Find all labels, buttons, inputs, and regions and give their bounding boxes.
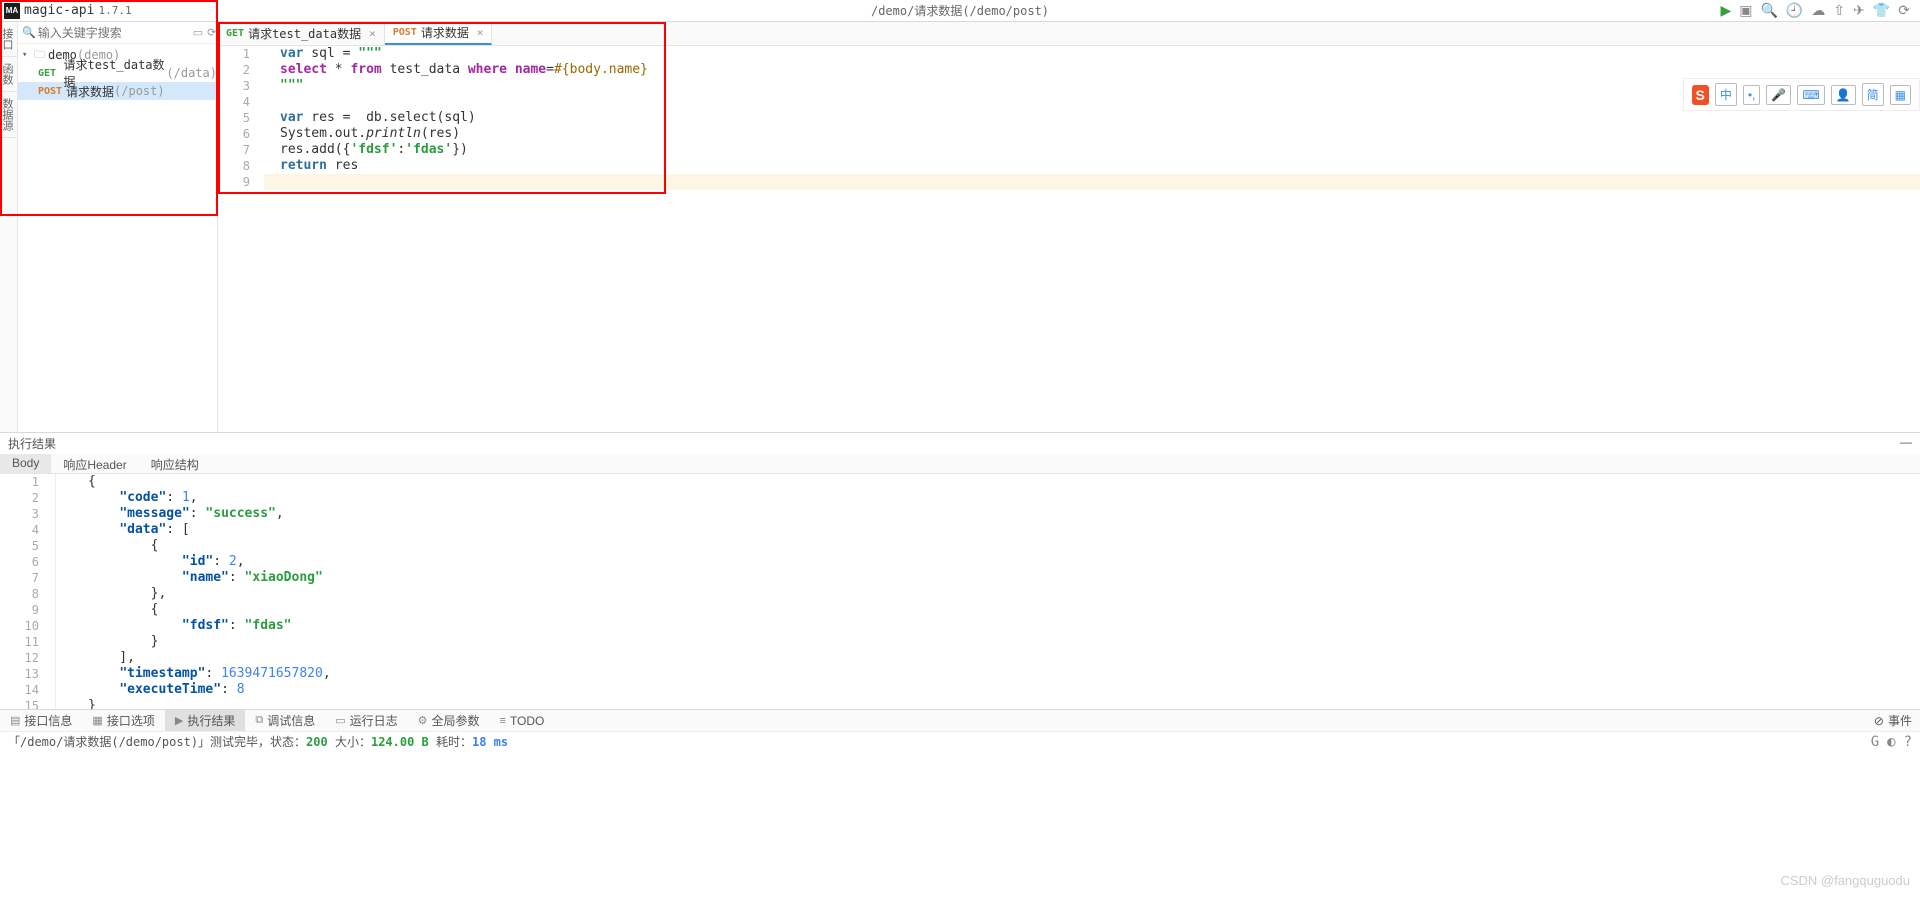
folder-icon: 🗀 <box>34 46 45 65</box>
search-input[interactable] <box>38 26 193 40</box>
bug-icon[interactable]: 👕 <box>1873 2 1890 19</box>
ime-punct[interactable]: •, <box>1743 85 1761 105</box>
result-tab-body[interactable]: Body <box>0 454 51 473</box>
globe-icon: ⚙ <box>418 714 428 727</box>
result-tabs: Body 响应Header 响应结构 <box>0 454 1920 474</box>
btab-result[interactable]: ▶执行结果 <box>165 710 245 731</box>
gitee-icon[interactable]: G <box>1871 734 1879 750</box>
close-icon[interactable]: × <box>477 26 484 39</box>
result-title: 执行结果 <box>8 435 56 452</box>
api-tree: ▾ 🗀 demo (demo) GET 请求test_data数据 (/data… <box>18 44 217 102</box>
debug-icon[interactable]: ▣ <box>1739 2 1752 19</box>
btab-debug[interactable]: ⧉调试信息 <box>245 710 325 731</box>
close-icon[interactable]: × <box>369 27 376 40</box>
result-panel: 执行结果 — Body 响应Header 响应结构 12345678910111… <box>0 432 1920 709</box>
status-links: G ◐ ? <box>1871 734 1912 750</box>
breadcrumb: /demo/请求数据(/demo/post) <box>871 2 1049 19</box>
btab-api-info[interactable]: ▤接口信息 <box>0 710 82 731</box>
btab-todo[interactable]: ≡TODO <box>490 710 555 731</box>
result-tab-struct[interactable]: 响应结构 <box>139 454 211 473</box>
ime-simp[interactable]: 简 <box>1862 83 1884 106</box>
ime-user-icon[interactable]: 👤 <box>1831 85 1856 105</box>
sidebar: 🔍 ▭ ⟳ ⇅ ▾ 🗀 demo (demo) GET 请求test_data数… <box>18 22 218 432</box>
app-version: 1.7.1 <box>98 4 131 17</box>
debug-icon: ⧉ <box>255 714 263 727</box>
app-logo: MA <box>4 3 20 19</box>
refresh-icon[interactable]: ⟳ <box>1898 2 1910 19</box>
tab-post[interactable]: POST 请求数据 × <box>385 22 493 45</box>
side-tab-datasource[interactable]: 数据源 <box>0 92 17 138</box>
help-icon[interactable]: ? <box>1904 734 1912 750</box>
collapse-icon[interactable]: ▭ <box>193 26 203 39</box>
status-text: 「/demo/请求数据(/demo/post)」测试完毕，状态：200 大小：1… <box>8 733 508 750</box>
search-icon[interactable]: 🔍 <box>1760 2 1777 19</box>
result-title-bar: 执行结果 — <box>0 433 1920 454</box>
info-icon: ▤ <box>10 714 20 727</box>
refresh-tree-icon[interactable]: ⟳ <box>207 26 216 39</box>
title-bar: MA magic-api 1.7.1 /demo/请求数据(/demo/post… <box>0 0 1920 22</box>
github-icon[interactable]: ◐ <box>1887 734 1895 750</box>
ime-toolbar[interactable]: S 中 •, 🎤 ⌨ 👤 简 ▦ <box>1683 78 1920 111</box>
list-icon: ≡ <box>500 715 506 727</box>
editor-tabs: GET 请求test_data数据 × POST 请求数据 × <box>218 22 1920 46</box>
cloud-down-icon[interactable]: ☁ <box>1811 2 1825 19</box>
tree-item-post[interactable]: POST 请求数据 (/post) <box>18 82 217 100</box>
toolbar-actions: ▶ ▣ 🔍 🕘 ☁ ⇧ ✈ 👕 ⟳ <box>1720 2 1920 19</box>
json-viewer[interactable]: 123456789101112131415 { "code": 1, "mess… <box>0 474 1920 709</box>
log-icon: ▭ <box>335 714 345 727</box>
ime-logo[interactable]: S <box>1692 85 1709 105</box>
send-icon[interactable]: ✈ <box>1853 2 1865 19</box>
app-name: magic-api <box>24 3 94 18</box>
btab-global[interactable]: ⚙全局参数 <box>408 710 490 731</box>
watermark: CSDN @fangquguodu <box>1780 873 1910 888</box>
json-lines: { "code": 1, "message": "success", "data… <box>56 474 1920 709</box>
line-gutter: 123456789 <box>218 46 264 432</box>
play-icon: ▶ <box>175 714 183 727</box>
ime-lang[interactable]: 中 <box>1715 83 1737 106</box>
ime-mic-icon[interactable]: 🎤 <box>1766 85 1791 105</box>
minimize-icon[interactable]: — <box>1900 435 1912 452</box>
options-icon: ▦ <box>92 714 102 727</box>
tab-get[interactable]: GET 请求test_data数据 × <box>218 22 385 45</box>
side-tab-func[interactable]: 函数 <box>0 57 17 92</box>
btab-log[interactable]: ▭运行日志 <box>325 710 407 731</box>
run-icon[interactable]: ▶ <box>1720 2 1731 19</box>
btab-api-options[interactable]: ▦接口选项 <box>82 710 164 731</box>
ime-grid-icon[interactable]: ▦ <box>1890 85 1911 105</box>
json-gutter: 123456789101112131415 <box>0 474 56 709</box>
result-tab-header[interactable]: 响应Header <box>51 454 138 473</box>
side-tabs: 接口 函数 数据源 <box>0 22 18 432</box>
status-bar: 「/demo/请求数据(/demo/post)」测试完毕，状态：200 大小：1… <box>0 731 1920 751</box>
events-button[interactable]: ⊘事件 <box>1874 712 1920 729</box>
code-lines[interactable]: var sql = """ select * from test_data wh… <box>264 46 1920 432</box>
tree-item-get[interactable]: GET 请求test_data数据 (/data) <box>18 64 217 82</box>
main-layout: 接口 函数 数据源 🔍 ▭ ⟳ ⇅ ▾ 🗀 demo (demo) GET 请求 <box>0 22 1920 432</box>
bell-icon: ⊘ <box>1874 714 1884 728</box>
search-row: 🔍 ▭ ⟳ ⇅ <box>18 22 217 44</box>
cloud-up-icon[interactable]: ⇧ <box>1833 2 1845 19</box>
editor-area: GET 请求test_data数据 × POST 请求数据 × 12345678… <box>218 22 1920 432</box>
code-editor[interactable]: 123456789 var sql = """ select * from te… <box>218 46 1920 432</box>
bottom-tabs: ▤接口信息 ▦接口选项 ▶执行结果 ⧉调试信息 ▭运行日志 ⚙全局参数 ≡TOD… <box>0 709 1920 731</box>
ime-keyboard-icon[interactable]: ⌨ <box>1797 85 1824 105</box>
search-icon: 🔍 <box>22 26 36 39</box>
caret-icon[interactable]: ▾ <box>22 50 34 60</box>
history-icon[interactable]: 🕘 <box>1786 2 1803 19</box>
side-tab-api[interactable]: 接口 <box>0 22 17 57</box>
